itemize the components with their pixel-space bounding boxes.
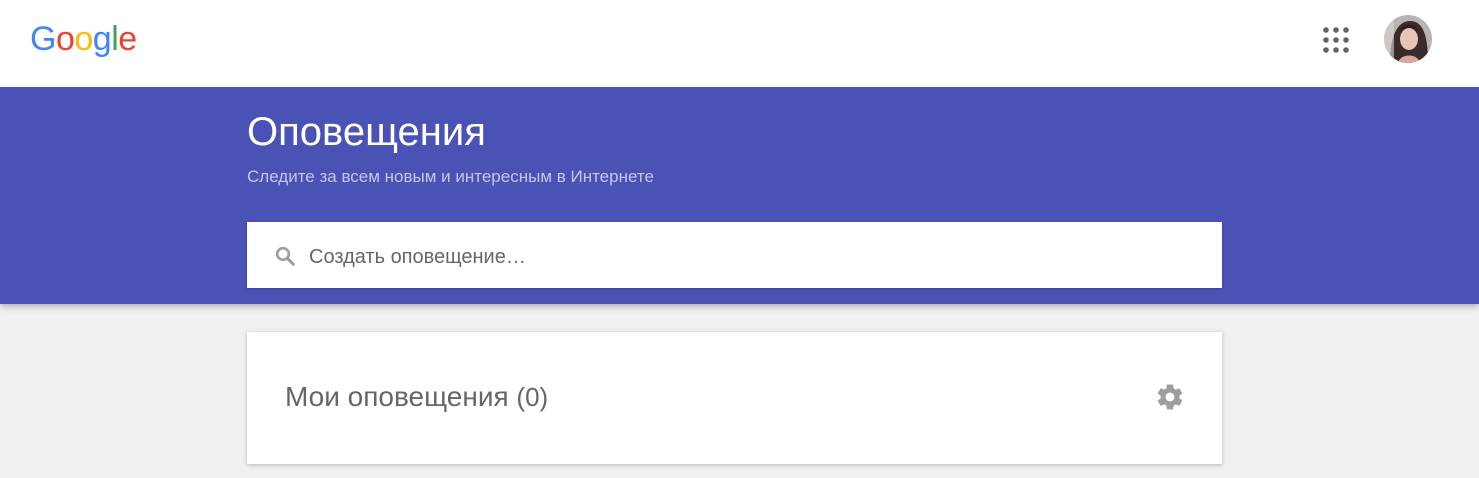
logo-letter: G xyxy=(30,20,56,58)
page-subtitle: Следите за всем новым и интересным в Инт… xyxy=(247,167,654,186)
top-bar: Google xyxy=(0,0,1479,87)
logo-letter: o xyxy=(74,20,93,58)
search-box[interactable] xyxy=(247,222,1222,288)
my-alerts-count: (0) xyxy=(516,382,549,412)
search-icon xyxy=(275,246,295,266)
avatar[interactable] xyxy=(1384,15,1432,63)
logo-letter: o xyxy=(55,20,75,58)
avatar-image xyxy=(1384,15,1432,63)
create-alert-input[interactable] xyxy=(307,236,1191,278)
gear-icon[interactable] xyxy=(1155,382,1185,412)
apps-grid-icon[interactable] xyxy=(1323,27,1349,53)
logo-letter: g xyxy=(92,20,112,58)
page-title: Оповещения xyxy=(247,110,486,154)
logo-letter: e xyxy=(118,20,137,58)
my-alerts-label: Мои оповещения xyxy=(285,381,509,412)
google-logo[interactable]: Google xyxy=(30,19,137,59)
my-alerts-card: Мои оповещения (0) xyxy=(247,332,1222,464)
my-alerts-heading: Мои оповещения (0) xyxy=(285,380,548,414)
logo-letter: l xyxy=(111,20,119,58)
hero-banner: Оповещения Следите за всем новым и интер… xyxy=(0,87,1479,304)
